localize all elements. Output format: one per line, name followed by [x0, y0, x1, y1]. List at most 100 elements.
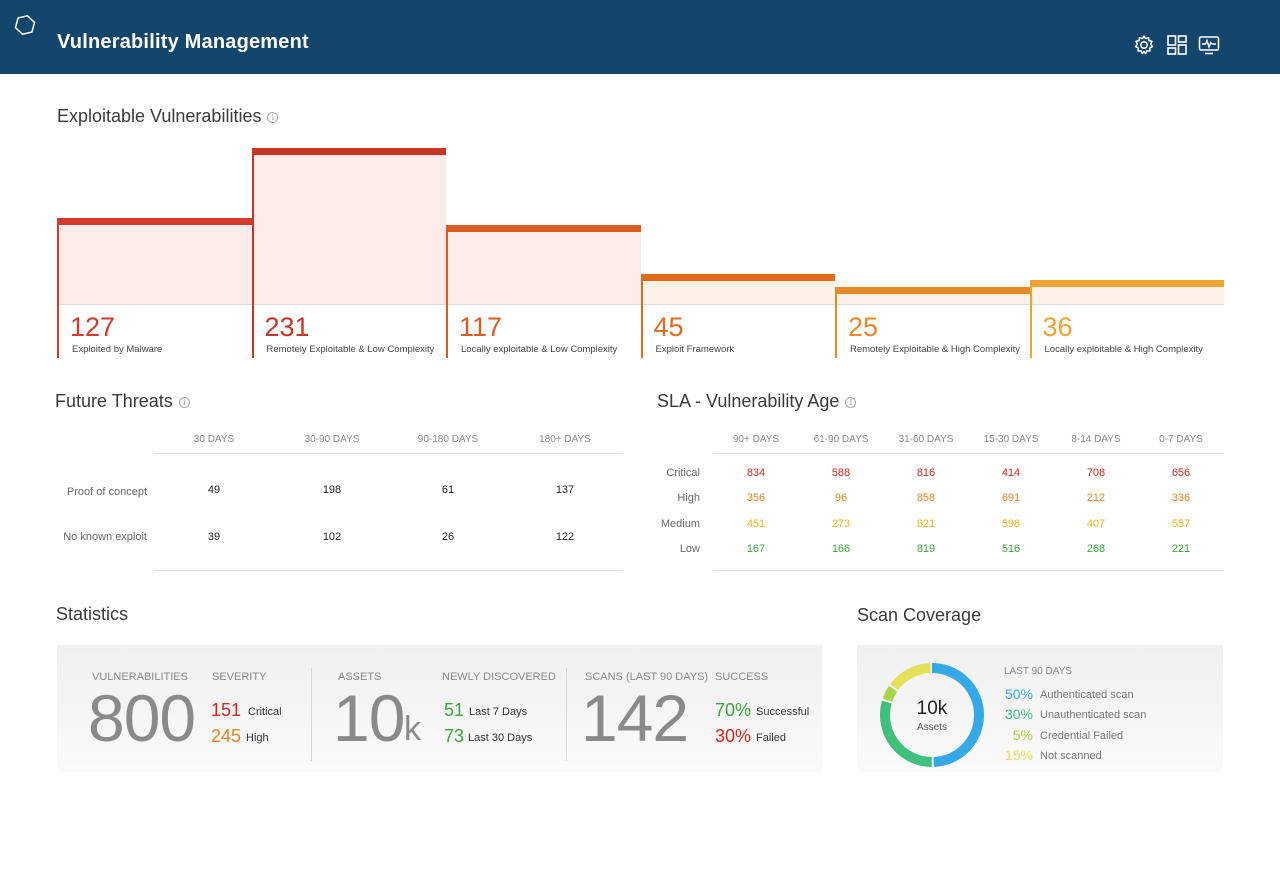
- ft-cell[interactable]: 137: [515, 484, 615, 496]
- table-divider: [713, 570, 1224, 571]
- legend-label: Authenticated scan: [1040, 689, 1134, 701]
- sla-col-header: 31-60 DAYS: [898, 434, 954, 445]
- dashboard-grid-icon[interactable]: [1166, 34, 1188, 56]
- scan-coverage-title: Scan Coverage: [857, 605, 982, 625]
- sla-cell[interactable]: 356: [716, 492, 796, 504]
- sla-cell[interactable]: 708: [1056, 467, 1136, 479]
- ev-value-remote-low[interactable]: 231: [265, 312, 310, 343]
- ft-cell[interactable]: 26: [398, 531, 498, 543]
- ev-bar-exploit-framework[interactable]: [640, 273, 835, 281]
- sla-cell[interactable]: 96: [801, 492, 881, 504]
- ft-cell[interactable]: 61: [398, 484, 498, 496]
- sla-cell[interactable]: 588: [801, 467, 881, 479]
- sla-cell[interactable]: 221: [1141, 543, 1221, 555]
- sla-col-header: 61-90 DAYS: [813, 434, 869, 445]
- ev-bar-remote-high[interactable]: [835, 287, 1030, 295]
- ev-label-remote-low: Remotely Exploitable & Low Complexity: [266, 344, 435, 355]
- sla-row-label: Low: [679, 543, 700, 555]
- successful-percent[interactable]: 70%: [715, 700, 751, 721]
- monitor-icon[interactable]: [1198, 34, 1220, 56]
- info-icon[interactable]: i: [178, 396, 190, 408]
- ft-col-header: 30-90 DAYS: [304, 434, 360, 445]
- exploitable-chart: 127 Exploited by Malware 231 Remotely Ex…: [57, 140, 1224, 358]
- ev-bar-local-high[interactable]: [1029, 279, 1224, 287]
- scan-period-label: LAST 90 DAYS: [1004, 666, 1072, 677]
- sla-cell[interactable]: 816: [886, 467, 966, 479]
- critical-label: Critical: [248, 706, 282, 718]
- last-30-days-label: Last 30 Days: [468, 732, 533, 744]
- successful-label: Successful: [756, 706, 810, 718]
- app-title: Vulnerability Management: [57, 31, 309, 53]
- ft-cell[interactable]: 198: [282, 484, 382, 496]
- assets-count[interactable]: 10: [333, 680, 405, 756]
- sla-col-header: 8-14 DAYS: [1071, 434, 1121, 445]
- stat-divider: [311, 668, 312, 761]
- ev-label-malware: Exploited by Malware: [72, 344, 163, 355]
- sla-cell[interactable]: 166: [801, 543, 881, 555]
- last-30-days-count[interactable]: 73: [444, 726, 464, 747]
- ev-divider: [835, 287, 837, 358]
- sla-cell[interactable]: 834: [716, 467, 796, 479]
- sla-title: SLA - Vulnerability Age i: [657, 391, 857, 412]
- ev-divider: [251, 147, 254, 358]
- legend-percent: 30%: [1004, 706, 1033, 722]
- scan-coverage-donut[interactable]: 10k Assets: [877, 660, 987, 770]
- newly-discovered-label: NEWLY DISCOVERED: [442, 671, 556, 683]
- sla-row-label: High: [677, 492, 700, 504]
- ft-col-header: 90-180 DAYS: [417, 434, 479, 445]
- ev-label-exploit-framework: Exploit Framework: [655, 344, 735, 355]
- sla-cell[interactable]: 336: [1141, 492, 1221, 504]
- sla-cell[interactable]: 212: [1056, 492, 1136, 504]
- sla-cell[interactable]: 407: [1056, 518, 1136, 530]
- gear-icon[interactable]: [1133, 34, 1155, 56]
- logo-hexagon-icon[interactable]: [14, 14, 36, 36]
- sla-cell[interactable]: 858: [886, 492, 966, 504]
- ft-cell[interactable]: 122: [515, 531, 615, 543]
- ft-cell[interactable]: 102: [282, 531, 382, 543]
- donut-center-label: Assets: [917, 722, 947, 733]
- sla-col-header: 90+ DAYS: [732, 434, 780, 445]
- legend-label: Unauthenticated scan: [1040, 709, 1147, 721]
- ev-bar-malware[interactable]: [57, 218, 252, 226]
- ft-row-label: Proof of concept: [66, 486, 147, 498]
- donut-center-value: 10k: [917, 698, 948, 719]
- sla-cell[interactable]: 273: [801, 518, 881, 530]
- ev-value-malware[interactable]: 127: [70, 312, 115, 343]
- severity-label: SEVERITY: [212, 671, 267, 683]
- statistics-title: Statistics: [56, 604, 129, 624]
- sla-cell[interactable]: 656: [1141, 467, 1221, 479]
- sla-cell[interactable]: 167: [716, 543, 796, 555]
- ft-cell[interactable]: 39: [164, 531, 264, 543]
- failed-label: Failed: [756, 732, 786, 744]
- ev-label-local-high: Locally exploitable & High Complexity: [1044, 344, 1203, 355]
- sla-cell[interactable]: 516: [971, 543, 1051, 555]
- sla-cell[interactable]: 414: [971, 467, 1051, 479]
- ev-bar-local-low[interactable]: [446, 224, 641, 232]
- failed-percent[interactable]: 30%: [715, 726, 751, 747]
- sla-cell[interactable]: 819: [886, 543, 966, 555]
- critical-count[interactable]: 151: [211, 700, 241, 721]
- sla-cell[interactable]: 598: [971, 518, 1051, 530]
- ev-fill-local-low: [446, 224, 641, 304]
- vulnerabilities-count[interactable]: 800: [88, 680, 196, 756]
- scans-count[interactable]: 142: [581, 680, 689, 756]
- sla-cell[interactable]: 691: [971, 492, 1051, 504]
- sla-cell[interactable]: 451: [716, 518, 796, 530]
- ev-value-remote-high[interactable]: 25: [848, 312, 878, 343]
- sla-cell[interactable]: 268: [1056, 543, 1136, 555]
- high-count[interactable]: 245: [211, 726, 241, 747]
- ft-cell[interactable]: 49: [164, 484, 264, 496]
- info-icon[interactable]: i: [267, 111, 279, 123]
- last-7-days-count[interactable]: 51: [444, 700, 464, 721]
- sla-cell[interactable]: 557: [1141, 518, 1221, 530]
- ev-bar-remote-low[interactable]: [251, 147, 446, 155]
- ft-col-header: 30 DAYS: [193, 434, 235, 445]
- ft-col-header: 180+ DAYS: [539, 434, 591, 445]
- ev-value-exploit-framework[interactable]: 45: [654, 312, 684, 343]
- sla-cell[interactable]: 821: [886, 518, 966, 530]
- ev-value-local-low[interactable]: 117: [459, 312, 502, 343]
- ev-fill-malware: [57, 218, 252, 304]
- ev-value-local-high[interactable]: 36: [1043, 312, 1073, 343]
- table-divider: [155, 453, 622, 454]
- info-icon[interactable]: i: [845, 396, 857, 408]
